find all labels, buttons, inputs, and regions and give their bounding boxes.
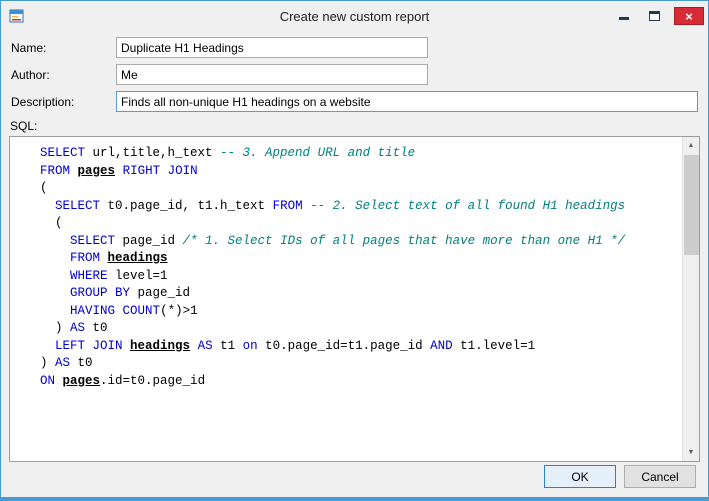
sql-line: ON pages.id=t0.page_id <box>40 373 675 391</box>
name-label: Name: <box>11 41 116 55</box>
close-icon: × <box>685 10 693 23</box>
sql-line: LEFT JOIN headings AS t1 on t0.page_id=t… <box>40 338 675 356</box>
sql-editor[interactable]: SELECT url,title,h_text -- 3. Append URL… <box>9 136 700 462</box>
description-label: Description: <box>11 95 116 109</box>
vertical-scrollbar[interactable]: ▲ ▼ <box>682 137 699 461</box>
maximize-icon <box>649 11 660 21</box>
sql-line: ( <box>40 180 675 198</box>
sql-line: GROUP BY page_id <box>40 285 675 303</box>
maximize-button[interactable] <box>644 7 664 25</box>
dialog-title: Create new custom report <box>1 9 708 24</box>
description-row: Description: <box>11 91 698 112</box>
ok-button[interactable]: OK <box>544 465 616 488</box>
sql-label: SQL: <box>10 119 698 133</box>
cancel-button[interactable]: Cancel <box>624 465 696 488</box>
sql-line: SELECT t0.page_id, t1.h_text FROM -- 2. … <box>40 198 675 216</box>
sql-line: FROM pages RIGHT JOIN <box>40 163 675 181</box>
author-label: Author: <box>11 68 116 82</box>
titlebar[interactable]: Create new custom report × <box>1 1 708 31</box>
name-row: Name: <box>11 37 698 58</box>
name-input[interactable] <box>116 37 428 58</box>
sql-line: ) AS t0 <box>40 355 675 373</box>
app-icon <box>9 8 25 24</box>
sql-line: WHERE level=1 <box>40 268 675 286</box>
sql-line: ( <box>40 215 675 233</box>
minimize-icon <box>619 12 629 20</box>
scroll-down-button[interactable]: ▼ <box>683 444 700 461</box>
dialog-buttons: OK Cancel <box>544 465 696 488</box>
sql-line: FROM headings <box>40 250 675 268</box>
description-input[interactable] <box>116 91 698 112</box>
sql-line: HAVING COUNT(*)>1 <box>40 303 675 321</box>
scroll-up-icon: ▲ <box>688 142 695 149</box>
scrollbar-thumb[interactable] <box>684 155 699 255</box>
close-button[interactable]: × <box>674 7 704 25</box>
create-custom-report-dialog: Create new custom report × Name: Author:… <box>0 0 709 501</box>
window-controls: × <box>614 7 704 25</box>
author-input[interactable] <box>116 64 428 85</box>
minimize-button[interactable] <box>614 7 634 25</box>
author-row: Author: <box>11 64 698 85</box>
sql-line: SELECT url,title,h_text -- 3. Append URL… <box>40 145 675 163</box>
sql-line: ) AS t0 <box>40 320 675 338</box>
sql-code[interactable]: SELECT url,title,h_text -- 3. Append URL… <box>10 137 681 461</box>
scroll-up-button[interactable]: ▲ <box>683 137 700 154</box>
sql-line: SELECT page_id /* 1. Select IDs of all p… <box>40 233 675 251</box>
scroll-down-icon: ▼ <box>688 449 695 456</box>
